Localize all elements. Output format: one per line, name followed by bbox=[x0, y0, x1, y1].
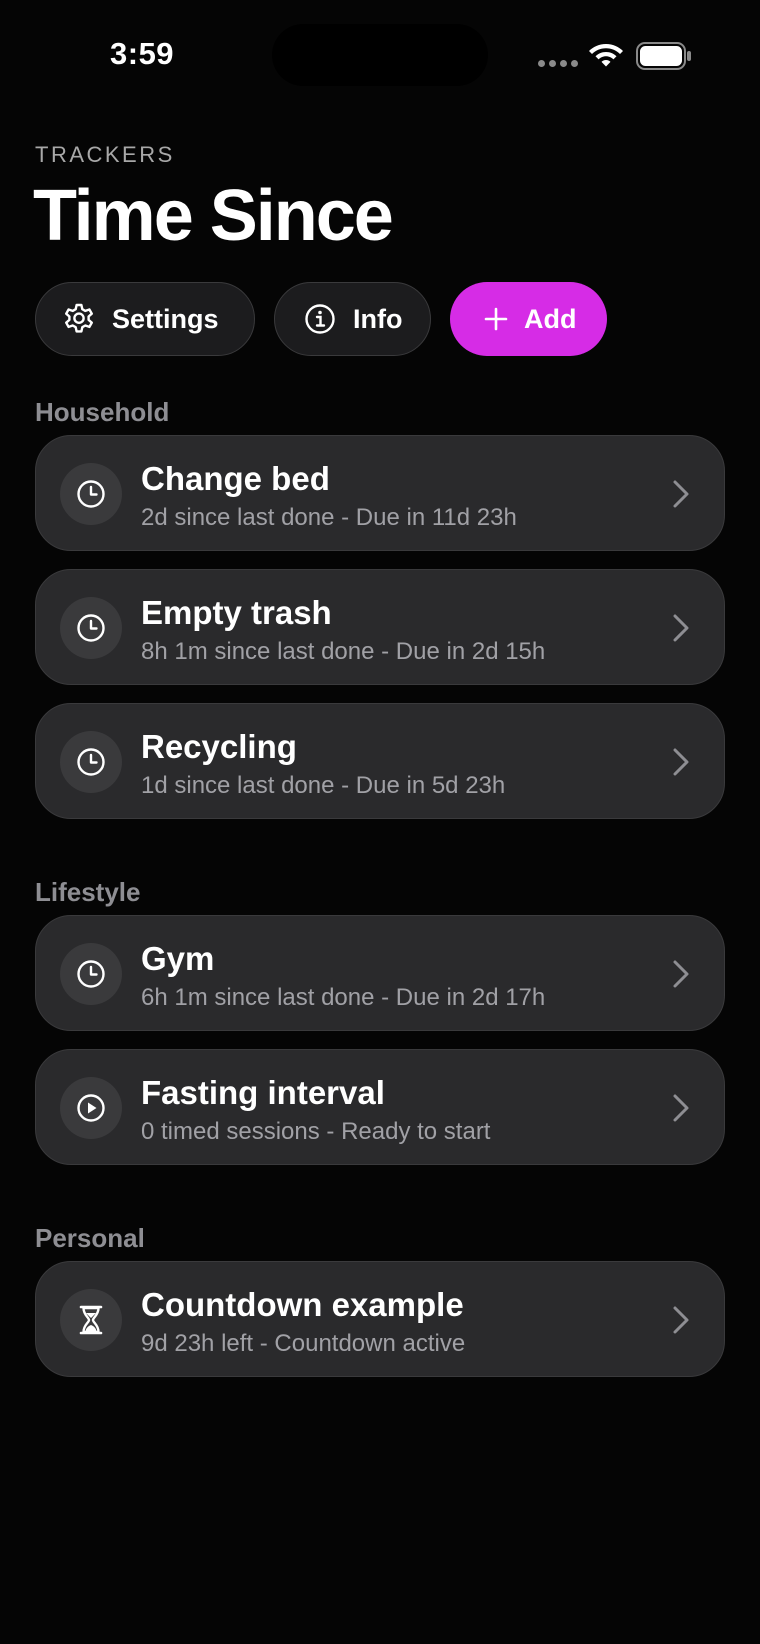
row-title: Fasting interval bbox=[141, 1074, 385, 1111]
page-eyebrow: TRACKERS bbox=[35, 142, 175, 167]
row-subtitle: 2d since last done - Due in 11d 23h bbox=[141, 504, 517, 531]
info-label: Info bbox=[353, 303, 403, 334]
row-subtitle: 8h 1m since last done - Due in 2d 15h bbox=[141, 638, 546, 665]
chevron-right-icon bbox=[673, 1306, 689, 1334]
toolbar: Settings Info Add bbox=[35, 282, 607, 356]
tracker-row-recycling[interactable]: Recycling 1d since last done - Due in 5d… bbox=[35, 703, 725, 819]
row-subtitle: 1d since last done - Due in 5d 23h bbox=[141, 772, 506, 799]
hourglass-icon bbox=[60, 1289, 122, 1351]
add-button[interactable]: Add bbox=[450, 282, 607, 356]
plus-icon bbox=[482, 302, 510, 336]
wifi-icon bbox=[589, 44, 623, 67]
clock-icon bbox=[60, 597, 122, 659]
row-title: Recycling bbox=[141, 728, 297, 765]
settings-label: Settings bbox=[112, 303, 219, 334]
tracker-row-gym[interactable]: Gym 6h 1m since last done - Due in 2d 17… bbox=[35, 915, 725, 1031]
row-subtitle: 6h 1m since last done - Due in 2d 17h bbox=[141, 984, 546, 1011]
chevron-right-icon bbox=[673, 748, 689, 776]
row-title: Change bed bbox=[141, 460, 330, 497]
section-header-household: Household bbox=[35, 397, 170, 427]
row-title: Gym bbox=[141, 940, 215, 977]
add-label: Add bbox=[524, 303, 577, 334]
status-time: 3:59 bbox=[110, 36, 175, 71]
info-circle-icon bbox=[303, 302, 337, 336]
tracker-row-countdown-example[interactable]: Countdown example 9d 23h left - Countdow… bbox=[35, 1261, 725, 1377]
cellular-signal-icon bbox=[538, 60, 578, 67]
info-button[interactable]: Info bbox=[274, 282, 431, 356]
dynamic-island bbox=[272, 24, 488, 86]
row-title: Empty trash bbox=[141, 594, 332, 631]
gear-icon bbox=[62, 302, 96, 336]
page-title: Time Since bbox=[33, 176, 394, 256]
tracker-row-fasting-interval[interactable]: Fasting interval 0 timed sessions - Read… bbox=[35, 1049, 725, 1165]
row-title: Countdown example bbox=[141, 1286, 464, 1323]
chevron-right-icon bbox=[673, 614, 689, 642]
play-circle-icon bbox=[60, 1077, 122, 1139]
status-bar: 3:59 bbox=[0, 0, 760, 110]
clock-icon bbox=[60, 463, 122, 525]
chevron-right-icon bbox=[673, 960, 689, 988]
battery-icon bbox=[636, 42, 691, 70]
row-subtitle: 0 timed sessions - Ready to start bbox=[141, 1118, 491, 1145]
settings-button[interactable]: Settings bbox=[35, 282, 255, 356]
chevron-right-icon bbox=[673, 480, 689, 508]
section-header-lifestyle: Lifestyle bbox=[35, 877, 141, 907]
clock-icon bbox=[60, 731, 122, 793]
tracker-row-change-bed[interactable]: Change bed 2d since last done - Due in 1… bbox=[35, 435, 725, 551]
clock-icon bbox=[60, 943, 122, 1005]
tracker-row-empty-trash[interactable]: Empty trash 8h 1m since last done - Due … bbox=[35, 569, 725, 685]
row-subtitle: 9d 23h left - Countdown active bbox=[141, 1330, 466, 1357]
chevron-right-icon bbox=[673, 1094, 689, 1122]
section-header-personal: Personal bbox=[35, 1223, 145, 1253]
